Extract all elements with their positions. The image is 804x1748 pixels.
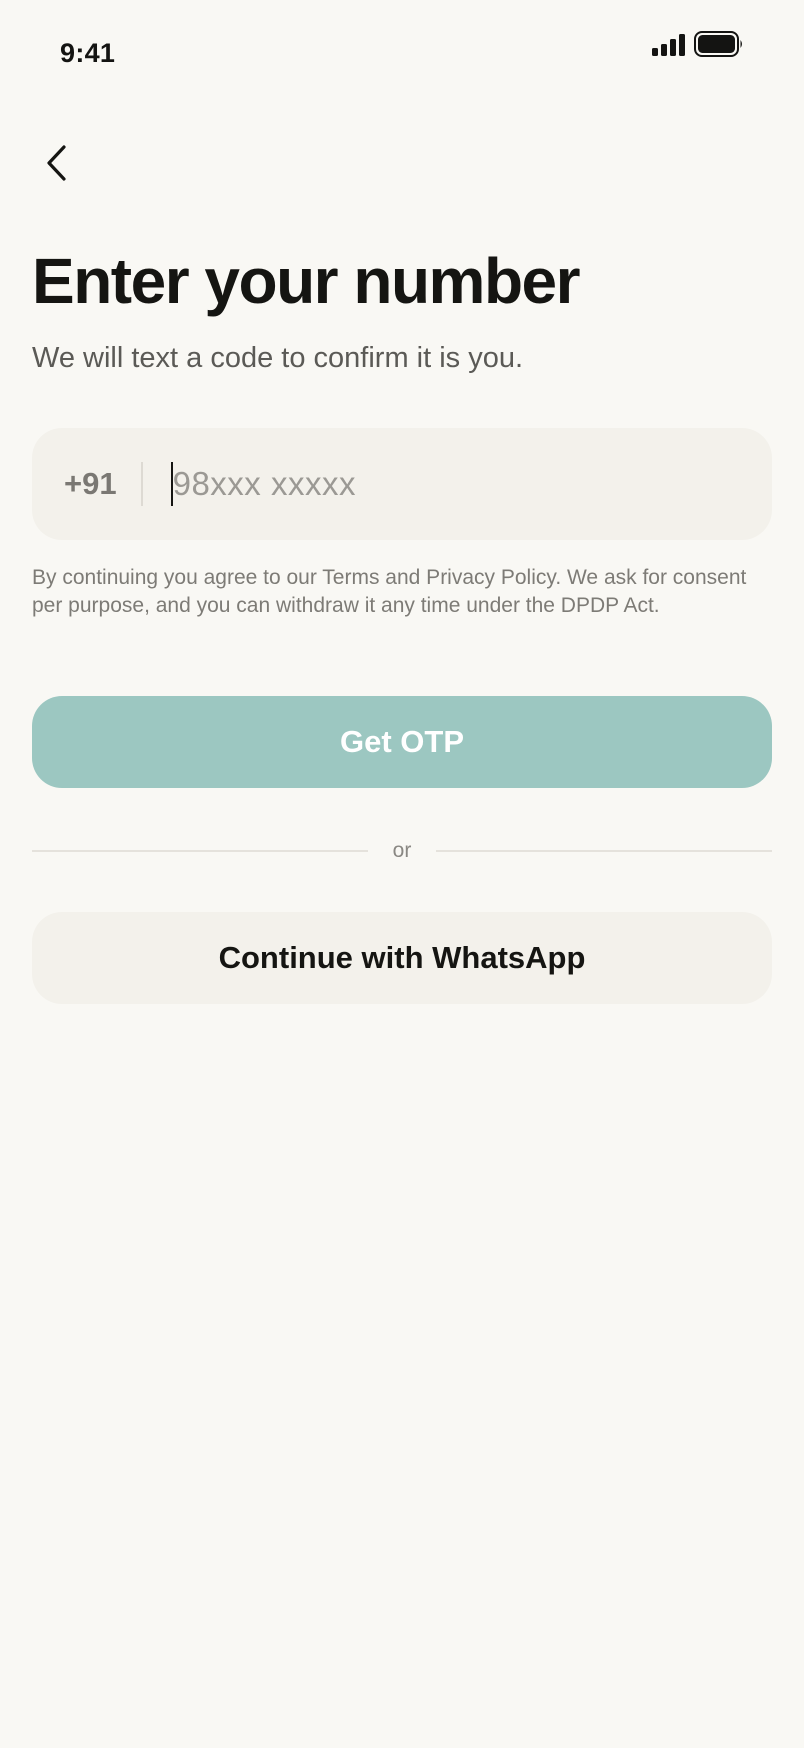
- consent-text: By continuing you agree to our Terms and…: [32, 566, 747, 617]
- page-title: Enter your number: [32, 245, 581, 317]
- chevron-left-icon: [47, 145, 66, 181]
- phone-input-wrapper: [170, 454, 772, 514]
- get-otp-button[interactable]: Get OTP: [32, 696, 772, 788]
- back-button[interactable]: [36, 140, 76, 186]
- divider-line-left: [32, 850, 368, 852]
- or-divider: or: [32, 838, 772, 864]
- phone-number-field[interactable]: +91: [32, 428, 772, 540]
- cellular-signal-icon: [652, 34, 685, 56]
- text-caret: [170, 462, 173, 506]
- country-code[interactable]: +91: [64, 466, 117, 502]
- status-time: 9:41: [60, 38, 116, 68]
- divider-line-right: [436, 850, 772, 852]
- page-subtitle: We will text a code to confirm it is you…: [32, 342, 524, 374]
- continue-whatsapp-button[interactable]: Continue with WhatsApp: [32, 912, 772, 1004]
- battery-icon: [694, 31, 742, 57]
- divider-label: or: [392, 839, 412, 862]
- field-divider: [140, 462, 143, 506]
- phone-login-screen: 9:41 Enter your number We will text a co…: [0, 0, 804, 1748]
- phone-number-input[interactable]: [170, 465, 772, 503]
